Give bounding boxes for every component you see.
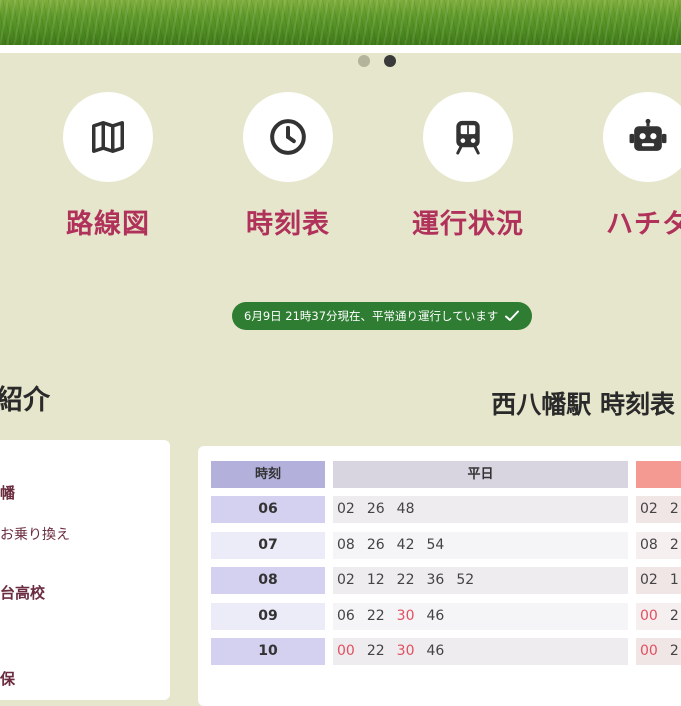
departure-minute: 2 (669, 607, 679, 624)
departure-minute: 2 (669, 536, 679, 553)
menu-operation-status[interactable]: 運行状況 (393, 92, 543, 241)
departure-minute: 30 (396, 643, 415, 659)
timetable-header-weekday: 平日 (333, 461, 628, 488)
timetable-hour-cell: 10 (211, 638, 325, 665)
timetable-weekday-cell: 02 26 48 (333, 496, 628, 523)
timetable-holiday-cell: 02 2 (636, 496, 681, 523)
menu-circle[interactable] (603, 92, 681, 182)
departure-minute: 12 (366, 572, 385, 588)
departure-minute: 02 (640, 572, 658, 588)
departure-minute: 22 (366, 607, 385, 624)
departure-minute: 2 (669, 501, 679, 517)
timetable-weekday-cell: 02 12 22 36 52 (333, 567, 628, 594)
timetable-holiday-cell: 02 1 (636, 567, 681, 594)
departure-minute: 46 (426, 643, 445, 659)
timetable-holiday-cell: 00 2 (636, 602, 681, 630)
train-icon (456, 120, 480, 155)
departure-minute: 26 (366, 536, 385, 553)
departure-minute: 02 (337, 572, 355, 588)
menu-label: 運行状況 (412, 209, 524, 240)
left-section-title: 紹介 (0, 385, 50, 416)
departure-minute: 22 (396, 572, 415, 588)
departure-minute: 00 (640, 607, 658, 624)
menu-route-map[interactable]: 路線図 (33, 92, 183, 241)
carousel-dot-1[interactable] (358, 55, 370, 67)
departure-minute: 54 (426, 536, 445, 553)
menu-label: ハチタ (606, 209, 681, 240)
hero-banner-border (0, 45, 681, 53)
timetable-row: 06 02 26 48 02 2 (211, 496, 681, 523)
robot-icon (629, 118, 667, 151)
map-icon (92, 121, 124, 153)
menu-label: 路線図 (66, 209, 150, 240)
timetable-hour-cell: 08 (211, 567, 325, 594)
left-card-item[interactable]: お乗り換え (0, 524, 70, 544)
left-card-item[interactable]: 保 (0, 668, 15, 689)
timetable-weekday-cell: 08 26 42 54 (333, 531, 628, 559)
menu-timetable[interactable]: 時刻表 (213, 92, 363, 241)
departure-minute: 52 (456, 572, 475, 588)
left-card-item[interactable]: 幡 (0, 482, 15, 503)
departure-minute: 06 (337, 607, 355, 624)
status-text: 6月9日 21時37分現在、平常通り運行しています (244, 309, 499, 323)
timetable-hour-cell: 06 (211, 496, 325, 523)
left-card-item[interactable]: 台高校 (0, 582, 45, 603)
timetable-title: 西八幡駅 時刻表 (491, 390, 675, 419)
menu-circle[interactable] (63, 92, 153, 182)
departure-minute: 08 (640, 536, 658, 553)
operation-status-badge[interactable]: 6月9日 21時37分現在、平常通り運行しています (232, 302, 533, 330)
carousel-pager (358, 55, 396, 67)
menu-circle[interactable] (423, 92, 513, 182)
departure-minute: 1 (669, 572, 679, 588)
departure-minute: 26 (366, 501, 385, 517)
departure-minute: 00 (337, 643, 355, 659)
timetable-holiday-cell: 00 2 (636, 638, 681, 665)
departure-minute: 30 (396, 607, 415, 624)
clock-icon (270, 119, 306, 155)
departure-minute: 00 (640, 643, 658, 659)
timetable-hour-cell: 09 (211, 602, 325, 630)
hero-banner-image (0, 0, 681, 45)
timetable-header-holiday (636, 461, 681, 488)
menu-circle[interactable] (243, 92, 333, 182)
timetable-row: 10 00 22 30 46 00 2 (211, 638, 681, 665)
departure-minute: 36 (426, 572, 445, 588)
timetable-header-hour: 時刻 (211, 461, 325, 488)
departure-minute: 48 (396, 501, 415, 517)
departure-minute: 08 (337, 536, 355, 553)
departure-minute: 22 (366, 643, 385, 659)
check-icon (505, 310, 520, 321)
departure-minute: 46 (426, 607, 445, 624)
departure-minute: 2 (669, 643, 679, 659)
menu-hachita[interactable]: ハチタ (573, 92, 681, 241)
timetable-row: 08 02 12 22 36 52 02 1 (211, 567, 681, 594)
departure-minute: 02 (640, 501, 658, 517)
menu-label: 時刻表 (246, 209, 330, 240)
timetable-hour-cell: 07 (211, 531, 325, 559)
timetable-weekday-cell: 00 22 30 46 (333, 638, 628, 665)
timetable-holiday-cell: 08 2 (636, 531, 681, 559)
timetable-row: 09 06 22 30 46 00 2 (211, 602, 681, 630)
timetable-weekday-cell: 06 22 30 46 (333, 602, 628, 630)
departure-minute: 02 (337, 501, 355, 517)
departure-minute: 42 (396, 536, 415, 553)
carousel-dot-2[interactable] (384, 55, 396, 67)
left-info-card: 幡 お乗り換え 台高校 保 (0, 440, 170, 700)
timetable-row: 07 08 26 42 54 08 2 (211, 531, 681, 559)
